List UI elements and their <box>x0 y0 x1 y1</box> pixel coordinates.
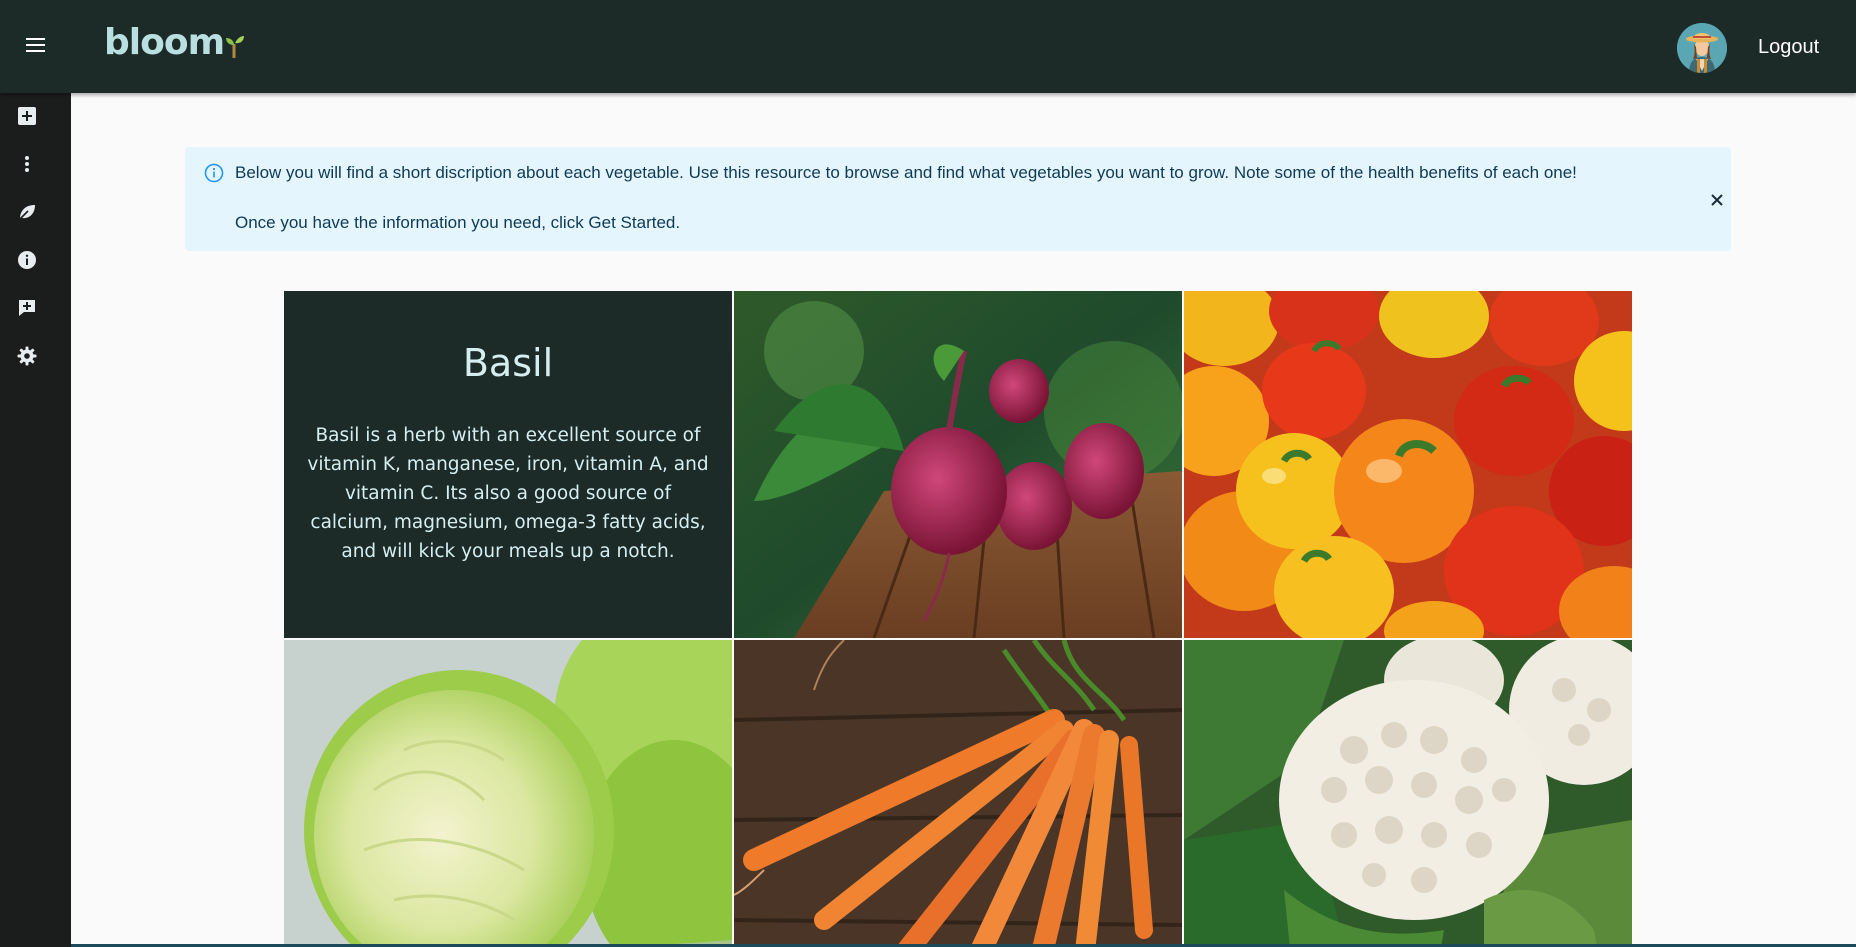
vegetable-tile[interactable] <box>1184 640 1632 947</box>
close-icon[interactable] <box>1706 189 1728 211</box>
carrots-photo <box>734 640 1182 947</box>
user-avatar[interactable] <box>1677 23 1727 73</box>
add-box-icon[interactable] <box>15 104 39 128</box>
menu-icon[interactable] <box>20 32 50 58</box>
bloom-logo[interactable]: bloom <box>104 22 245 64</box>
cauliflower-photo <box>1184 640 1632 947</box>
info-outline-icon <box>204 163 224 183</box>
main-content: Below you will find a short discription … <box>71 93 1856 947</box>
logo-text: bloom <box>104 22 225 63</box>
sprout-icon <box>226 36 245 58</box>
leaf-icon[interactable] <box>15 200 39 224</box>
vegetable-info-tile[interactable]: Basil Basil is a herb with an excellent … <box>284 291 732 638</box>
vegetable-grid: Basil Basil is a herb with an excellent … <box>284 291 1634 947</box>
alert-message: Below you will find a short discription … <box>235 163 1577 182</box>
add-comment-icon[interactable] <box>15 296 39 320</box>
info-alert: Below you will find a short discription … <box>185 147 1731 251</box>
app-bar: bloom Logout <box>0 0 1856 93</box>
alert-message-secondary: Once you have the information you need, … <box>235 213 681 232</box>
beets-photo <box>734 291 1182 638</box>
vegetable-tile[interactable] <box>1184 291 1632 638</box>
settings-icon[interactable] <box>15 344 39 368</box>
side-navigation <box>0 93 71 947</box>
more-vert-icon[interactable] <box>15 152 39 176</box>
cabbage-photo <box>284 640 732 947</box>
logout-button[interactable]: Logout <box>1758 36 1819 59</box>
vegetable-title: Basil <box>462 341 554 385</box>
vegetable-tile[interactable] <box>734 291 1182 638</box>
vegetable-description: Basil is a herb with an excellent source… <box>307 425 709 562</box>
vegetable-tile[interactable] <box>734 640 1182 947</box>
bell-peppers-photo <box>1184 291 1632 638</box>
info-icon[interactable] <box>15 248 39 272</box>
vegetable-tile[interactable] <box>284 640 732 947</box>
